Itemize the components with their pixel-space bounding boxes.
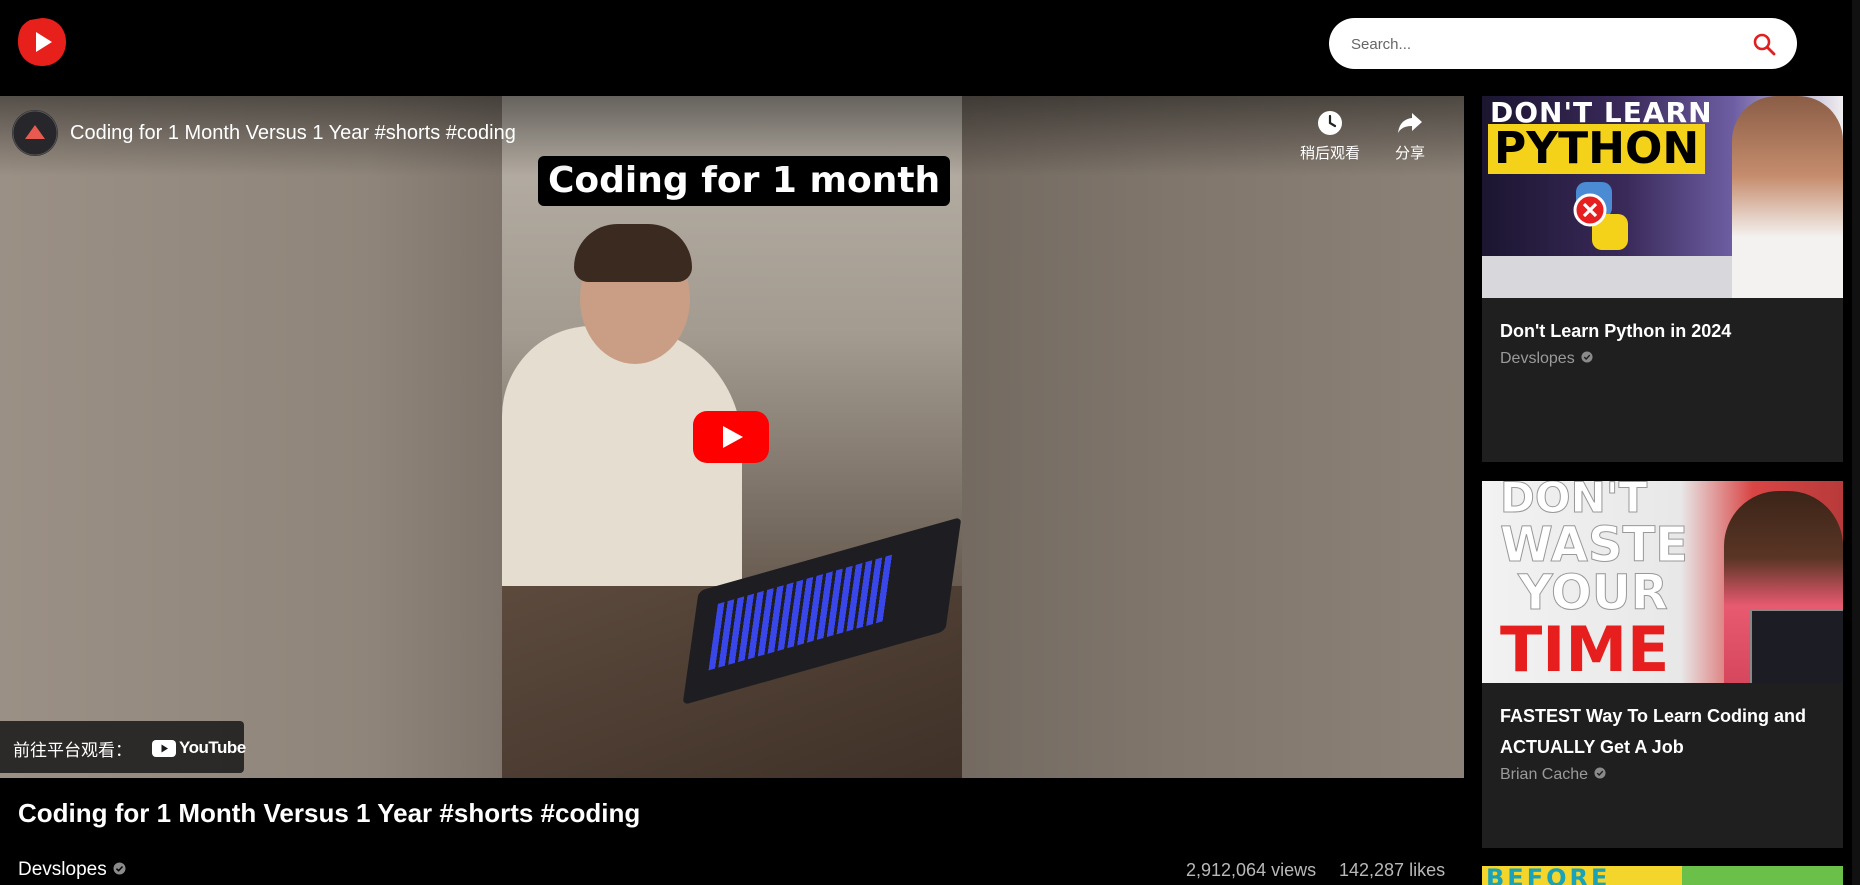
channel-avatar[interactable]: [12, 110, 58, 156]
player-video-title[interactable]: Coding for 1 Month Versus 1 Year #shorts…: [70, 122, 516, 145]
verified-icon: [113, 859, 126, 881]
related-video-title[interactable]: Don't Learn Python in 2024: [1500, 316, 1830, 347]
top-header: [0, 0, 1860, 96]
related-video-title[interactable]: FASTEST Way To Learn Coding and ACTUALLY…: [1500, 701, 1830, 763]
watch-later-button[interactable]: 稍后观看: [1300, 110, 1360, 163]
related-video-card[interactable]: DON'T WASTE YOUR TIME FASTEST Way To Lea…: [1482, 481, 1843, 848]
thumbnail-text: YOUR: [1518, 565, 1669, 621]
related-video-channel[interactable]: Devslopes: [1500, 350, 1593, 368]
related-channel-name[interactable]: Brian Cache: [1500, 766, 1588, 784]
channel-row[interactable]: Devslopes: [18, 859, 126, 881]
play-button[interactable]: [693, 411, 769, 463]
thumbnail-text: DON'T: [1499, 481, 1648, 522]
share-button[interactable]: 分享: [1395, 110, 1425, 163]
search-input[interactable]: [1349, 18, 1743, 71]
video-person-hair: [574, 224, 692, 282]
thumbnail-text: TIME: [1500, 613, 1670, 684]
thumbnail-person: [1732, 96, 1843, 298]
thumbnail-text: BEFORE: [1486, 866, 1611, 885]
related-video-card[interactable]: DON'T LEARN PYTHON Don't Learn Python in…: [1482, 96, 1843, 462]
thumbnail-text: PYTHON: [1488, 124, 1706, 174]
video-thumbnail[interactable]: DON'T WASTE YOUR TIME: [1482, 481, 1843, 683]
related-channel-name[interactable]: Devslopes: [1500, 350, 1575, 368]
view-count: 2,912,064 views: [1186, 860, 1317, 880]
verified-icon: [1581, 350, 1593, 368]
page-scrollbar[interactable]: [1852, 0, 1860, 885]
channel-name[interactable]: Devslopes: [18, 859, 107, 881]
verified-icon: [1594, 766, 1606, 784]
watch-on-label: 前往平台观看：: [13, 741, 132, 760]
python-logo-icon: [1562, 176, 1642, 256]
youtube-wordmark: YouTube: [179, 738, 246, 757]
video-title: Coding for 1 Month Versus 1 Year #shorts…: [18, 798, 641, 828]
related-video-channel[interactable]: Brian Cache: [1500, 766, 1606, 784]
video-thumbnail[interactable]: DON'T LEARN PYTHON: [1482, 96, 1843, 298]
like-count: 142,287 likes: [1339, 860, 1446, 880]
search-bar: [1329, 18, 1797, 71]
thumbnail-text: WASTE: [1499, 517, 1689, 573]
search-icon[interactable]: [1751, 31, 1777, 57]
share-label: 分享: [1395, 145, 1426, 162]
clock-icon: [1318, 111, 1342, 135]
related-video-thumbnail[interactable]: BEFORE: [1482, 866, 1843, 885]
watch-on-youtube-button[interactable]: 前往平台观看： YouTube: [0, 721, 246, 773]
play-logo-icon[interactable]: [16, 16, 68, 68]
video-player[interactable]: Coding for 1 month Coding for 1 Month Ve…: [0, 96, 1464, 778]
thumbnail-code-panel: [1750, 609, 1843, 683]
video-person: [502, 326, 742, 626]
thumbnail-background: [1682, 866, 1843, 885]
share-icon: [1398, 113, 1422, 133]
thumbnail-laptop: [1482, 256, 1732, 298]
youtube-logo-icon: YouTube: [152, 738, 246, 758]
watch-later-label: 稍后观看: [1300, 145, 1361, 162]
